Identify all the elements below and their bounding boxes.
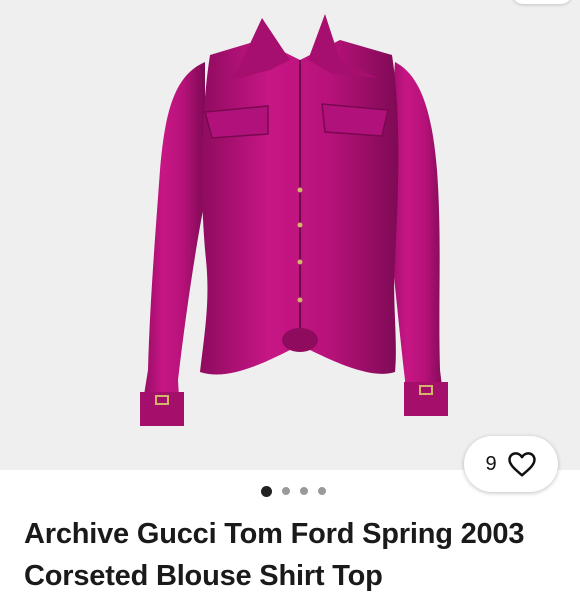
watch-count: 9 (485, 452, 497, 475)
carousel-dot-1[interactable] (260, 485, 272, 497)
watch-button[interactable]: 9 (464, 436, 558, 492)
product-photo (140, 14, 448, 426)
carousel-dot-4[interactable] (317, 487, 326, 495)
carousel-dot-3[interactable] (299, 487, 308, 495)
image-carousel-indicator (3, 485, 580, 497)
heart-outline-icon (507, 452, 536, 477)
listing-title: Archive Gucci Tom Ford Spring 2003 Corse… (24, 518, 525, 592)
carousel-dot-2[interactable] (281, 487, 290, 495)
product-image-area[interactable] (0, 0, 580, 470)
